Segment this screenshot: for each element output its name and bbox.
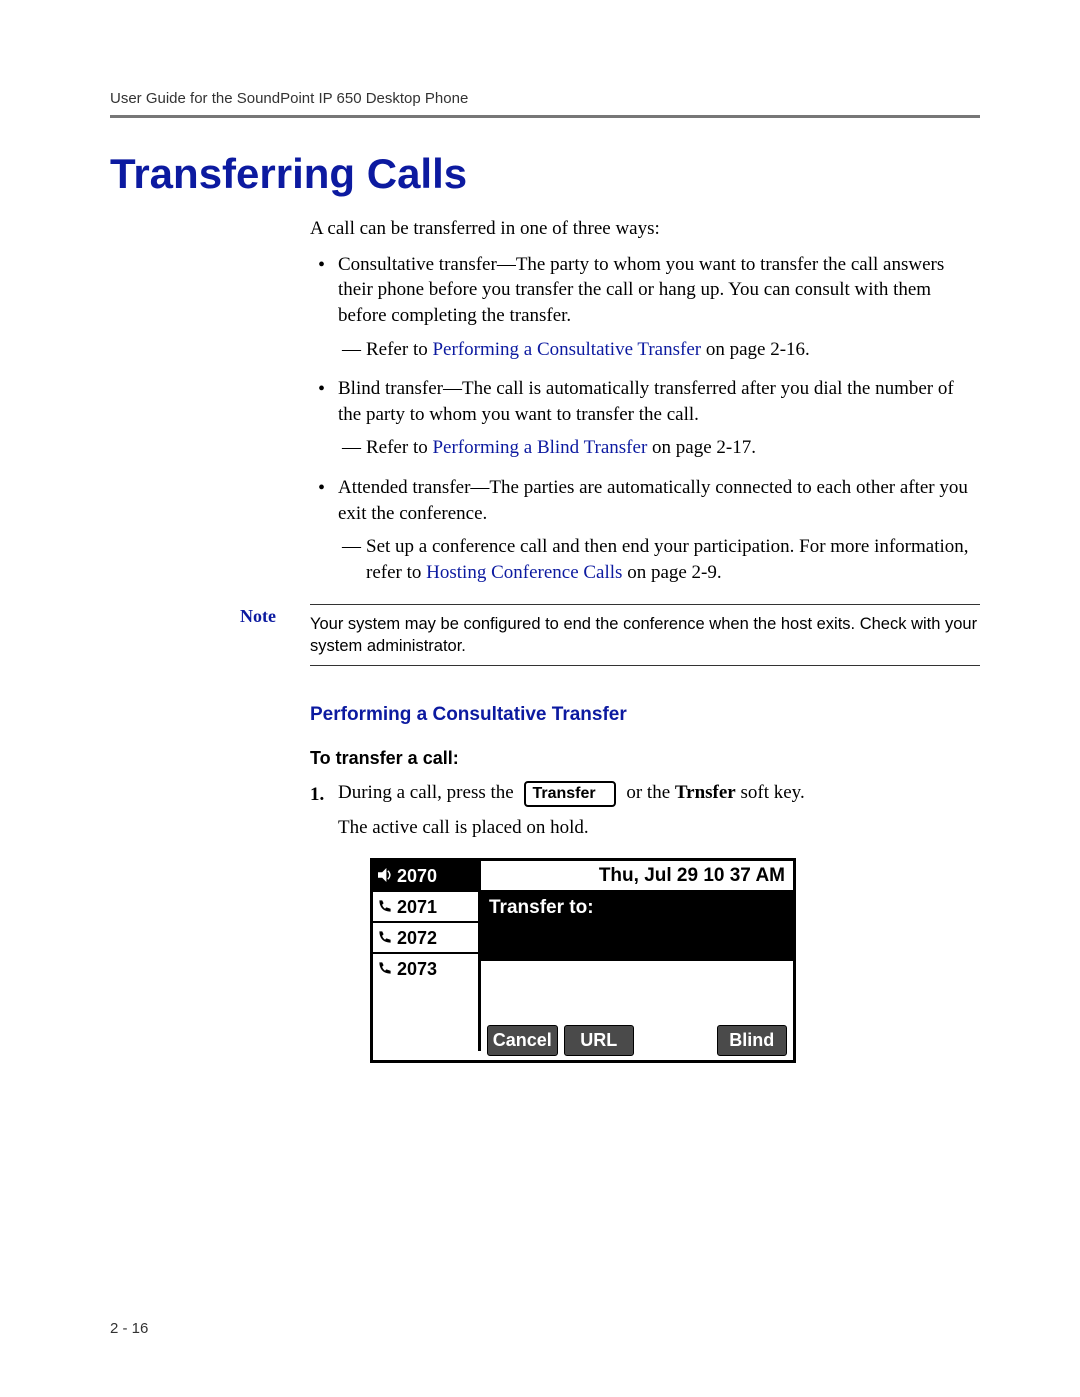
sub-blind: Refer to Performing a Blind Transfer on … — [338, 435, 980, 461]
transfer-types-list: Consultative transfer—The party to whom … — [310, 252, 980, 586]
procedure-block: Performing a Consultative Transfer To tr… — [310, 702, 980, 1063]
bullet-text: Consultative transfer—The party to whom … — [338, 254, 944, 326]
bullet-consultative: Consultative transfer—The party to whom … — [310, 252, 980, 363]
running-header: User Guide for the SoundPoint IP 650 Des… — [110, 90, 980, 107]
line-number: 2073 — [397, 957, 437, 981]
procedure-title: To transfer a call: — [310, 746, 980, 770]
line-keys-column: 2070 2071 2072 — [373, 861, 481, 1021]
softkey-cancel: Cancel — [487, 1025, 558, 1055]
phone-screenshot: 2070 2071 2072 — [370, 858, 980, 1062]
transfer-prompt: Transfer to: — [481, 892, 793, 961]
line-key-1: 2070 — [373, 861, 478, 892]
line-number: 2070 — [397, 864, 437, 888]
line-key-3: 2072 — [373, 923, 478, 954]
line-number: 2072 — [397, 926, 437, 950]
softkey-row: Cancel URL Blind — [481, 1021, 793, 1059]
section-title: Transferring Calls — [110, 150, 980, 198]
bullet-attended: Attended transfer—The parties are automa… — [310, 475, 980, 586]
page: User Guide for the SoundPoint IP 650 Des… — [0, 0, 1080, 1397]
phone-icon — [377, 926, 393, 950]
note-block: Note Your system may be configured to en… — [240, 604, 980, 667]
step-result: The active call is placed on hold. — [338, 817, 589, 838]
bullet-text: Blind transfer—The call is automatically… — [338, 378, 954, 425]
step-1: 1. During a call, press the Transfer or … — [310, 780, 980, 840]
bullet-blind: Blind transfer—The call is automatically… — [310, 376, 980, 461]
speaker-icon — [377, 864, 393, 888]
note-label: Note — [240, 604, 310, 627]
body-content: A call can be transferred in one of thre… — [310, 216, 980, 586]
xref-blind[interactable]: Performing a Blind Transfer — [432, 437, 647, 458]
phone-icon — [377, 895, 393, 919]
softkey-blind: Blind — [717, 1025, 788, 1055]
xref-consultative[interactable]: Performing a Consultative Transfer — [432, 339, 701, 360]
sub-attended: Set up a conference call and then end yo… — [338, 534, 980, 585]
line-number: 2071 — [397, 895, 437, 919]
subsection-title: Performing a Consultative Transfer — [310, 702, 980, 728]
bullet-text: Attended transfer—The parties are automa… — [338, 477, 968, 524]
transfer-key-icon: Transfer — [524, 781, 615, 807]
line-key-2: 2071 — [373, 892, 478, 923]
header-rule — [110, 115, 980, 118]
step-number: 1. — [310, 782, 324, 808]
steps-list: 1. During a call, press the Transfer or … — [310, 780, 980, 840]
note-body: Your system may be configured to end the… — [310, 604, 980, 667]
xref-conference[interactable]: Hosting Conference Calls — [426, 562, 622, 583]
phone-icon — [377, 957, 393, 981]
softkey-url: URL — [564, 1025, 635, 1055]
line-key-4: 2073 — [373, 954, 478, 983]
phone-blank-area — [481, 961, 793, 1021]
intro-paragraph: A call can be transferred in one of thre… — [310, 216, 980, 242]
page-number: 2 - 16 — [110, 1320, 148, 1337]
sub-consultative: Refer to Performing a Consultative Trans… — [338, 337, 980, 363]
phone-datetime: Thu, Jul 29 10 37 AM — [481, 861, 793, 892]
softkey-name: Trnsfer — [675, 782, 736, 803]
